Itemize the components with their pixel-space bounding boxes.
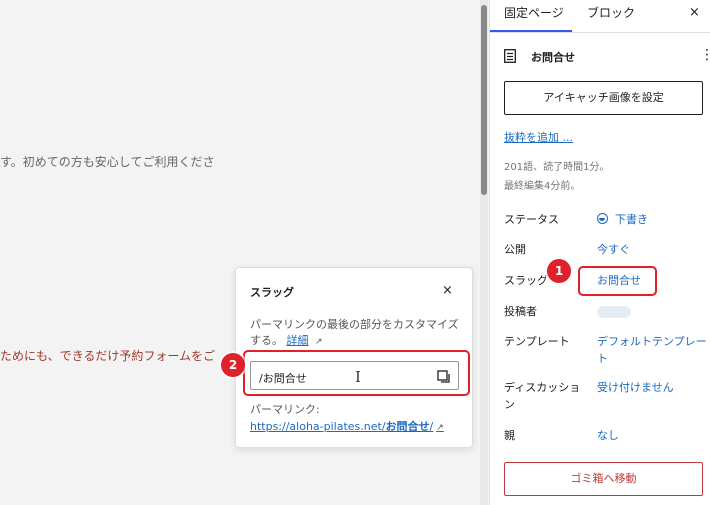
slug-label: スラッグ xyxy=(504,274,548,287)
status-label: ステータス xyxy=(504,213,559,226)
add-excerpt-link[interactable]: 抜粋を追加 ... xyxy=(504,129,573,145)
tab-page[interactable]: 固定ページ xyxy=(504,0,564,33)
paragraph-text[interactable]: す。初めての方も安心してご利用くださ xyxy=(0,153,214,170)
publish-value[interactable]: 今すぐ xyxy=(597,241,707,258)
last-edited-text: 最終編集4分前。 xyxy=(504,181,581,192)
permalink-label: パーマリンク: xyxy=(250,403,320,416)
external-link-icon: ↗ xyxy=(436,423,444,433)
external-link-icon: ↗ xyxy=(315,337,323,347)
active-tab-indicator xyxy=(490,30,572,32)
permalink-base[interactable]: https://aloha-pilates.net/ xyxy=(250,420,386,433)
annotation-box-slug-value xyxy=(578,266,657,296)
popover-title: スラッグ xyxy=(250,286,294,299)
sidebar-tabs: 固定ページ ブロック × xyxy=(490,0,710,33)
page-icon xyxy=(504,49,516,63)
parent-label: 親 xyxy=(504,429,515,442)
discussion-value[interactable]: 受け付けません xyxy=(597,379,707,396)
close-sidebar-icon[interactable]: × xyxy=(689,0,700,33)
permalink-slug[interactable]: お問合せ xyxy=(386,420,430,433)
tab-block[interactable]: ブロック xyxy=(587,0,635,33)
annotation-badge-2: 2 xyxy=(221,353,245,377)
word-count-text: 201語、読了時間1分。 xyxy=(504,162,610,173)
scrollbar[interactable] xyxy=(480,0,488,505)
more-options-icon[interactable]: ⋮ xyxy=(700,47,710,63)
detail-link[interactable]: 詳細 xyxy=(287,334,309,347)
author-label: 投稿者 xyxy=(504,305,537,318)
set-featured-image-button[interactable]: アイキャッチ画像を設定 xyxy=(504,81,703,115)
permalink-link[interactable]: https://aloha-pilates.net/お問合せ/↗ xyxy=(250,418,444,434)
annotation-box-slug-input xyxy=(243,350,470,396)
parent-value[interactable]: なし xyxy=(597,427,707,444)
status-value-text[interactable]: 下書き xyxy=(615,213,648,226)
scrollbar-thumb[interactable] xyxy=(481,5,487,195)
document-title: お問合せ xyxy=(531,51,575,64)
status-value[interactable]: 下書き xyxy=(597,211,707,228)
template-label: テンプレート xyxy=(504,335,570,348)
document-header: お問合せ ⋮ xyxy=(504,47,710,67)
annotation-badge-1: 1 xyxy=(547,259,571,283)
draft-status-icon xyxy=(597,213,608,224)
popover-description: パーマリンクの最後の部分をカスタマイズする。 詳細 ↗ xyxy=(250,317,464,350)
discussion-label: ディスカッション xyxy=(504,381,581,411)
settings-sidebar: 固定ページ ブロック × お問合せ ⋮ アイキャッチ画像を設定 抜粋を追加 ..… xyxy=(489,0,710,505)
move-to-trash-button[interactable]: ゴミ箱へ移動 xyxy=(504,462,703,496)
template-value[interactable]: デフォルトテンプレート xyxy=(597,333,707,367)
close-icon[interactable]: × xyxy=(442,283,453,298)
publish-label: 公開 xyxy=(504,243,526,256)
permalink-trail[interactable]: / xyxy=(430,420,434,433)
author-value-blurred[interactable] xyxy=(597,306,631,318)
description-text: パーマリンクの最後の部分をカスタマイズする。 xyxy=(250,318,459,347)
paragraph-text-red[interactable]: ためにも、できるだけ予約フォームをご xyxy=(0,347,215,364)
